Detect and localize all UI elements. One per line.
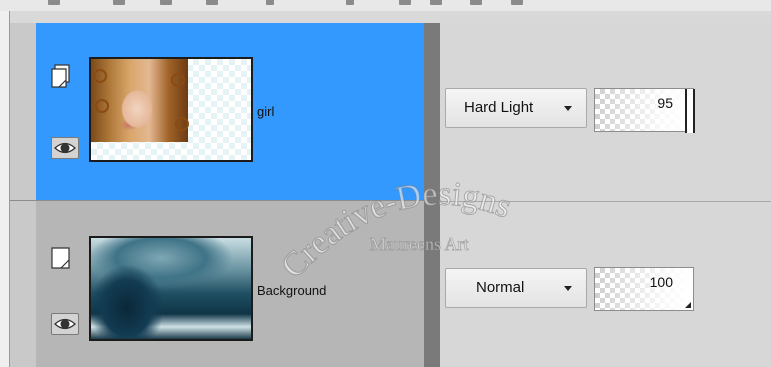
layers-palette-window: girl Background Hard Light 95 Normal 100… <box>0 0 771 367</box>
palette-left-edge <box>0 11 10 367</box>
opacity-slider[interactable]: 95 <box>594 88 695 133</box>
toolbar-tool-icon-5[interactable] <box>266 0 274 5</box>
opacity-fill <box>595 89 689 131</box>
chevron-down-icon <box>564 286 572 291</box>
layer-name-background[interactable]: Background <box>257 283 326 298</box>
panel-splitter[interactable] <box>424 23 440 367</box>
toolbar-tool-icon-7[interactable] <box>399 0 411 5</box>
resize-corner-icon <box>685 302 691 308</box>
hair-curl-4 <box>175 117 189 131</box>
toolbar-tool-icon-10[interactable] <box>511 0 523 5</box>
hair-curl-3 <box>171 73 185 87</box>
hair-curl-2 <box>95 99 109 113</box>
opacity-value: 100 <box>649 274 673 290</box>
layer-name-girl[interactable]: girl <box>257 104 274 119</box>
toolbar-tool-icon-3[interactable] <box>160 0 172 5</box>
blend-mode-dropdown[interactable]: Normal <box>445 268 587 308</box>
blend-mode-label: Hard Light <box>464 99 534 116</box>
opacity-slider-handle[interactable] <box>685 89 695 133</box>
chevron-down-icon <box>564 106 572 111</box>
layer-properties-pane <box>440 23 771 367</box>
toolbar-tool-icon-8[interactable] <box>430 0 442 5</box>
layer-mask-icon[interactable] <box>51 246 73 269</box>
eye-icon[interactable] <box>51 137 79 159</box>
toolbar-tool-icon-4[interactable] <box>206 0 218 5</box>
eye-icon[interactable] <box>51 313 79 335</box>
blend-mode-label: Normal <box>476 279 525 296</box>
toolbar-tool-icon-2[interactable] <box>113 0 125 5</box>
hair-curl-1 <box>93 69 107 83</box>
toolbar-tool-icon-6[interactable] <box>346 0 354 5</box>
properties-separator <box>440 201 771 202</box>
opacity-slider[interactable]: 100 <box>594 267 694 311</box>
opacity-fill <box>595 268 693 310</box>
toolbar-tool-icon-9[interactable] <box>470 0 482 5</box>
blend-mode-dropdown[interactable]: Hard Light <box>445 88 587 128</box>
layer-mask-icon[interactable] <box>51 64 73 88</box>
opacity-value: 95 <box>657 95 673 111</box>
wave-image <box>91 238 251 339</box>
portrait-thumbnail[interactable] <box>89 57 253 162</box>
toolbar-tool-icon-1[interactable] <box>48 0 60 5</box>
wave-thumbnail[interactable] <box>89 236 253 341</box>
